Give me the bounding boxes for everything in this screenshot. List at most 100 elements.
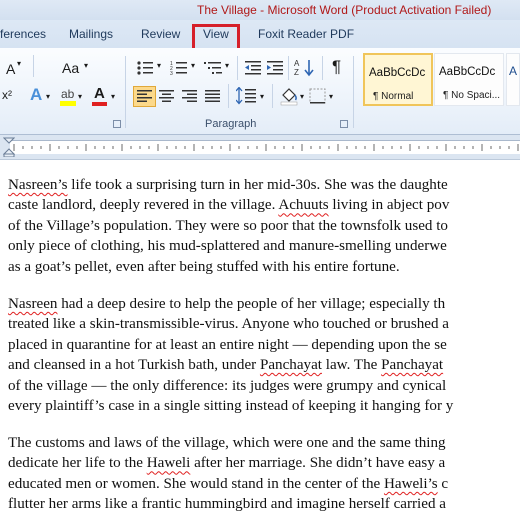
text-run: had a deep desire to help the people of … bbox=[57, 296, 446, 312]
borders-dropdown-icon: ▾ bbox=[329, 92, 334, 101]
text-run: educated men or women. She would stand i… bbox=[8, 475, 384, 492]
decrease-indent-icon[interactable] bbox=[244, 60, 262, 76]
text-run: Haweli bbox=[146, 455, 191, 472]
increase-indent-icon[interactable] bbox=[266, 60, 284, 76]
text-run: Panchayat bbox=[259, 357, 322, 374]
separator bbox=[322, 56, 323, 80]
tab-review[interactable]: Review bbox=[141, 27, 180, 41]
paragraph-group-label: Paragraph bbox=[205, 118, 257, 130]
highlight-color-button[interactable]: ab bbox=[58, 86, 78, 108]
paragraph-1: Nasreen’s life took a surprising turn in… bbox=[8, 175, 449, 277]
multilevel-list-icon[interactable] bbox=[204, 60, 224, 76]
indent-markers-icon[interactable] bbox=[3, 137, 15, 157]
separator bbox=[353, 56, 354, 128]
text-run: c bbox=[437, 475, 449, 492]
tab-mailings[interactable]: Mailings bbox=[69, 27, 113, 41]
text-run: flutter her arms like a frantic hummingb… bbox=[8, 496, 446, 513]
borders-icon[interactable] bbox=[309, 88, 327, 104]
style-heading-partial[interactable]: A bbox=[506, 53, 520, 106]
font-dialog-launcher-icon[interactable] bbox=[113, 120, 121, 128]
multilevel-dropdown-icon: ▾ bbox=[225, 61, 230, 70]
separator bbox=[33, 55, 34, 77]
text-run: life took a surprising turn in her mid-3… bbox=[67, 177, 448, 193]
style-preview-text: AaBbCcDc bbox=[439, 66, 496, 78]
text-run: Nasreen bbox=[8, 296, 58, 312]
style-preview-text: AaBbCcDc bbox=[369, 67, 426, 79]
numbering-icon[interactable]: 1 2 3 bbox=[170, 60, 190, 76]
document-page[interactable]: Nasreen’s life took a surprising turn in… bbox=[0, 160, 520, 520]
line: and cleansed in a hot Turkish bath, unde… bbox=[8, 355, 453, 375]
bullets-dropdown-icon: ▾ bbox=[157, 61, 162, 70]
svg-text:A: A bbox=[294, 59, 300, 68]
align-center-icon[interactable] bbox=[159, 89, 175, 103]
text-run: every plaintiff’s case in a single sitti… bbox=[8, 398, 454, 415]
style-normal[interactable]: AaBbCcDc ¶ Normal bbox=[363, 53, 433, 106]
line: dedicate her life to the Haweli after he… bbox=[8, 453, 448, 473]
line-spacing-icon[interactable] bbox=[236, 87, 260, 105]
ribbon-tabs: ferences Mailings Review View Foxit Read… bbox=[0, 20, 520, 49]
line: of the village — the only difference: it… bbox=[8, 376, 453, 396]
text-run: and cleansed in a hot Turkish bath, unde… bbox=[8, 357, 260, 374]
window-title: The Village - Microsoft Word (Product Ac… bbox=[197, 3, 492, 17]
highlight-dropdown-icon: ▾ bbox=[78, 92, 83, 101]
numbering-dropdown-icon: ▾ bbox=[191, 61, 196, 70]
svg-text:3: 3 bbox=[170, 71, 173, 76]
text-run: of the Village’s population. They were s… bbox=[8, 217, 448, 234]
svg-text:Z: Z bbox=[294, 68, 299, 77]
change-case-button[interactable]: Aa bbox=[62, 60, 79, 76]
show-formatting-marks-button[interactable]: ¶ bbox=[332, 57, 341, 77]
paragraph-dialog-launcher-icon[interactable] bbox=[340, 120, 348, 128]
text-run: Achuuts bbox=[278, 197, 329, 214]
shading-dropdown-icon: ▾ bbox=[300, 92, 305, 101]
separator bbox=[237, 56, 238, 80]
title-bar: The Village - Microsoft Word (Product Ac… bbox=[0, 0, 520, 20]
text-run: Nasreen’s bbox=[8, 177, 68, 193]
shading-icon[interactable] bbox=[279, 86, 299, 106]
line: Nasreen had a deep desire to help the pe… bbox=[8, 294, 453, 314]
ruler-bar bbox=[0, 135, 520, 160]
font-color-button[interactable]: A bbox=[94, 85, 105, 102]
style-no-spacing[interactable]: AaBbCcDc ¶ No Spaci... bbox=[434, 53, 504, 106]
text-run: as a goat’s pellet, even after being stu… bbox=[8, 258, 400, 275]
justify-icon[interactable] bbox=[205, 89, 221, 103]
text-run: law. The bbox=[321, 357, 382, 374]
line: only piece of clothing, his mud-splatter… bbox=[8, 236, 449, 256]
sort-icon[interactable]: A Z bbox=[294, 58, 316, 78]
line: educated men or women. She would stand i… bbox=[8, 474, 448, 494]
change-case-dropdown-icon: ▾ bbox=[84, 61, 89, 70]
line: as a goat’s pellet, even after being stu… bbox=[8, 257, 449, 277]
line: The customs and laws of the village, whi… bbox=[8, 433, 448, 453]
ruler-ticks bbox=[13, 144, 519, 151]
line: placed in quarantine for at least an ent… bbox=[8, 335, 453, 355]
style-name-label: ¶ Normal bbox=[373, 91, 414, 102]
font-color-dropdown-icon: ▾ bbox=[111, 92, 116, 101]
svg-text:ab: ab bbox=[61, 87, 75, 101]
superscript-button[interactable]: x² bbox=[2, 88, 12, 102]
line: treated like a skin-transmissible-virus.… bbox=[8, 314, 453, 334]
text-run: dedicate her life to the bbox=[8, 455, 147, 472]
separator bbox=[228, 84, 229, 108]
line: Nasreen’s life took a surprising turn in… bbox=[8, 175, 449, 195]
text-run: caste landlord, deeply revered in the vi… bbox=[8, 197, 279, 214]
line: every plaintiff’s case in a single sitti… bbox=[8, 396, 453, 416]
bullets-icon[interactable] bbox=[136, 60, 156, 76]
text-run: of the village — the only difference: it… bbox=[8, 377, 447, 394]
separator bbox=[272, 84, 273, 108]
text-run: living in abject pov bbox=[328, 197, 450, 214]
separator bbox=[288, 56, 289, 80]
tab-references[interactable]: ferences bbox=[0, 27, 46, 41]
text-run: treated like a skin-transmissible-virus.… bbox=[8, 316, 449, 333]
paragraph-3: The customs and laws of the village, whi… bbox=[8, 433, 448, 515]
align-left-icon[interactable] bbox=[137, 89, 153, 103]
text-run: after her marriage. She didn’t have easy… bbox=[190, 455, 446, 472]
horizontal-ruler[interactable] bbox=[10, 140, 520, 154]
text-effects-button[interactable]: A bbox=[30, 85, 42, 105]
paragraph-2: Nasreen had a deep desire to help the pe… bbox=[8, 294, 453, 416]
line: caste landlord, deeply revered in the vi… bbox=[8, 195, 449, 215]
shrink-font-button[interactable]: A bbox=[6, 61, 15, 77]
tab-foxit-reader-pdf[interactable]: Foxit Reader PDF bbox=[258, 27, 354, 41]
align-right-icon[interactable] bbox=[182, 89, 198, 103]
separator bbox=[125, 56, 126, 128]
shrink-font-arrow-icon: ▾ bbox=[17, 59, 22, 68]
line: flutter her arms like a frantic hummingb… bbox=[8, 494, 448, 514]
